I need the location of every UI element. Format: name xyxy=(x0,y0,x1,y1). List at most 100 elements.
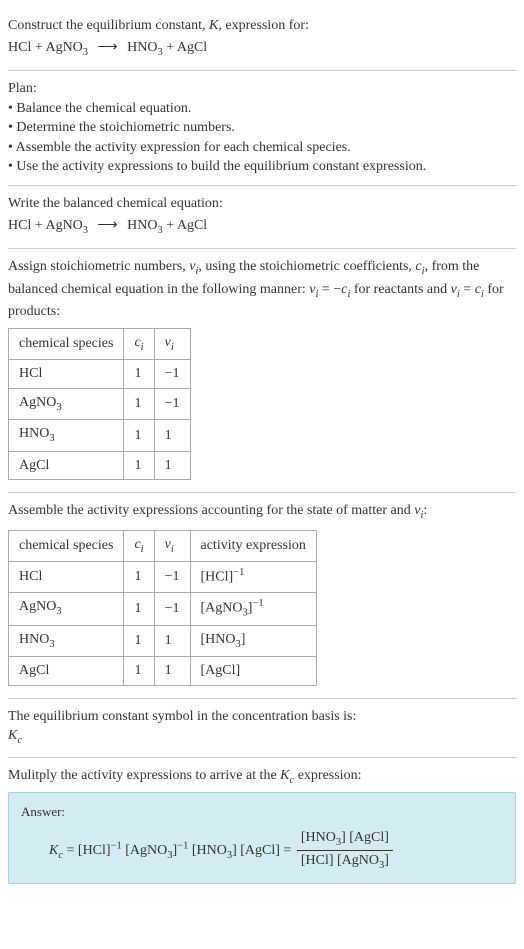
sub: 3 xyxy=(56,606,61,617)
cell-nu: 1 xyxy=(154,451,190,480)
t: [HCl] [AgNO xyxy=(301,853,379,868)
sub: 3 xyxy=(83,224,88,235)
t: ] xyxy=(384,853,389,868)
sup: −1 xyxy=(111,840,122,851)
arrow-icon: ⟶ xyxy=(98,38,118,58)
t: = − xyxy=(318,282,341,297)
intro-prompt: Construct the equilibrium constant, K, e… xyxy=(8,16,516,36)
multiply-title: Mulitply the activity expressions to arr… xyxy=(8,766,516,788)
t: Mulitply the activity expressions to arr… xyxy=(8,768,280,783)
sub-i: i xyxy=(141,544,144,555)
balanced-title: Write the balanced chemical equation: xyxy=(8,194,516,214)
activity-table: chemical species ci νi activity expressi… xyxy=(8,530,317,686)
intro-section: Construct the equilibrium constant, K, e… xyxy=(8,8,516,71)
sup: −1 xyxy=(233,567,244,578)
assemble-title: Assemble the activity expressions accoun… xyxy=(8,501,516,523)
stoich-table: chemical species ci νi HCl 1 −1 AgNO3 1 … xyxy=(8,328,191,481)
th-c: ci xyxy=(124,530,154,561)
symbol-section: The equilibrium constant symbol in the c… xyxy=(8,699,516,758)
table-row: HCl 1 −1 [HCl]−1 xyxy=(9,562,317,592)
cell-species: HCl xyxy=(9,562,124,592)
a: [HCl] xyxy=(201,570,234,585)
cell-c: 1 xyxy=(124,388,154,419)
eq-lhs: HCl + AgNO xyxy=(8,40,83,55)
cell-activity: [AgCl] xyxy=(190,657,316,686)
cell-nu: −1 xyxy=(154,592,190,625)
intro-text: Construct the equilibrium constant, xyxy=(8,18,209,33)
k: K xyxy=(8,728,17,743)
t: Assign stoichiometric numbers, xyxy=(8,259,189,274)
cell-c: 1 xyxy=(124,592,154,625)
balanced-equation: HCl + AgNO3 ⟶ HNO3 + AgCl xyxy=(8,216,516,238)
cell-species: AgCl xyxy=(9,657,124,686)
plan-title: Plan: xyxy=(8,79,516,99)
answer-label: Answer: xyxy=(21,803,503,821)
cell-nu: −1 xyxy=(154,388,190,419)
cell-activity: [HNO3] xyxy=(190,625,316,656)
plan-section: Plan: • Balance the chemical equation. •… xyxy=(8,71,516,186)
table-row: HNO3 1 1 [HNO3] xyxy=(9,625,317,656)
cell-c: 1 xyxy=(124,360,154,389)
assign-text: Assign stoichiometric numbers, νi, using… xyxy=(8,257,516,322)
sub: 3 xyxy=(56,402,61,413)
cell-nu: −1 xyxy=(154,360,190,389)
numerator: [HNO3] [AgCl] xyxy=(297,828,393,851)
table-row: AgCl 1 1 xyxy=(9,451,191,480)
table-row: HNO3 1 1 xyxy=(9,420,191,451)
sub-c: c xyxy=(17,735,22,746)
balanced-section: Write the balanced chemical equation: HC… xyxy=(8,186,516,249)
table-header-row: chemical species ci νi activity expressi… xyxy=(9,530,317,561)
s: AgNO xyxy=(19,395,56,410)
equation: HCl + AgNO3 ⟶ HNO3 + AgCl xyxy=(8,38,516,60)
k: K xyxy=(49,843,58,858)
plan-item: • Use the activity expressions to build … xyxy=(8,157,516,177)
assemble-section: Assemble the activity expressions accoun… xyxy=(8,493,516,698)
th-species: chemical species xyxy=(9,530,124,561)
sup: −1 xyxy=(177,840,188,851)
sub-i: i xyxy=(421,510,424,521)
denominator: [HCl] [AgNO3] xyxy=(297,851,393,873)
t: ] [AgCl] = xyxy=(232,843,295,858)
cell-species: HNO3 xyxy=(9,420,124,451)
t: [HNO xyxy=(188,843,227,858)
assign-section: Assign stoichiometric numbers, νi , using… xyxy=(8,249,516,493)
t: for reactants and xyxy=(350,282,450,297)
cell-c: 1 xyxy=(124,562,154,592)
table-row: AgNO3 1 −1 [AgNO3]−1 xyxy=(9,592,317,625)
t: , using the stoichiometric coefficients, xyxy=(198,259,415,274)
kc-symbol: Kc xyxy=(8,726,516,748)
t: [HNO xyxy=(301,830,336,845)
cell-nu: 1 xyxy=(154,625,190,656)
cell-species: AgNO3 xyxy=(9,388,124,419)
th-species: chemical species xyxy=(9,328,124,359)
eq-rhs: HNO xyxy=(127,40,157,55)
multiply-section: Mulitply the activity expressions to arr… xyxy=(8,758,516,893)
cell-species: HNO3 xyxy=(9,625,124,656)
t: [AgNO xyxy=(122,843,168,858)
a: [HNO xyxy=(201,632,236,647)
answer-equation: Kc = [HCl]−1 [AgNO3]−1 [HNO3] [AgCl] = [… xyxy=(21,828,503,874)
sub-i: i xyxy=(171,544,174,555)
eq-lhs: HCl + AgNO xyxy=(8,218,83,233)
k: K xyxy=(280,768,289,783)
sub: 3 xyxy=(83,46,88,57)
sub-i: i xyxy=(141,341,144,352)
th-nu: νi xyxy=(154,328,190,359)
cell-species: HCl xyxy=(9,360,124,389)
t: expression: xyxy=(294,768,361,783)
table-row: AgNO3 1 −1 xyxy=(9,388,191,419)
t: = [HCl] xyxy=(63,843,111,858)
sub: 3 xyxy=(49,433,54,444)
table-row: AgCl 1 1 [AgCl] xyxy=(9,657,317,686)
th-c: ci xyxy=(124,328,154,359)
k-symbol: K xyxy=(209,18,218,33)
eq-rhs: HNO xyxy=(127,218,157,233)
a: [AgNO xyxy=(201,600,243,615)
fraction: [HNO3] [AgCl][HCl] [AgNO3] xyxy=(297,828,393,874)
th-nu: νi xyxy=(154,530,190,561)
cell-c: 1 xyxy=(124,657,154,686)
plan-item: • Determine the stoichiometric numbers. xyxy=(8,118,516,138)
table-header-row: chemical species ci νi xyxy=(9,328,191,359)
plan-item: • Assemble the activity expression for e… xyxy=(8,138,516,158)
a: ] xyxy=(241,632,246,647)
